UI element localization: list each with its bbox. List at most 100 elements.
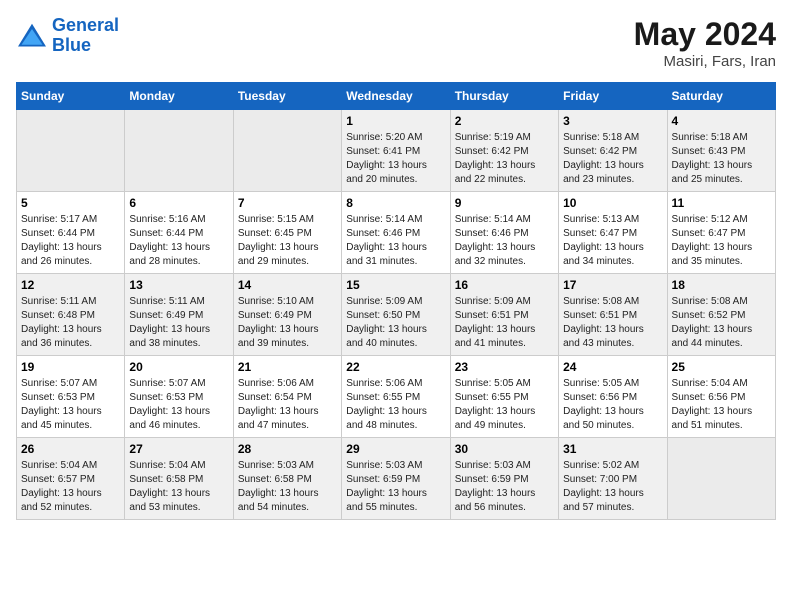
day-info: Sunrise: 5:04 AM Sunset: 6:56 PM Dayligh… [672,377,771,433]
weekday-header-tuesday: Tuesday [233,83,341,110]
day-number: 18 [672,278,771,292]
day-number: 29 [346,442,445,456]
table-row: 10Sunrise: 5:13 AM Sunset: 6:47 PM Dayli… [559,192,667,274]
calendar-week-row: 26 Sunrise: 5:04 AM Sunset: 6:57 PM Dayli… [17,438,776,520]
table-row: 21 Sunrise: 5:06 AM Sunset: 6:54 PM Dayli… [233,356,341,438]
calendar-week-row: 5 Sunrise: 5:17 AM Sunset: 6:44 PM Daylig… [17,192,776,274]
day-number: 12 [21,278,120,292]
day-number: 5 [21,196,120,210]
day-info: Sunrise: 5:05 AM Sunset: 6:56 PM Dayligh… [563,377,662,433]
day-number: 27 [129,442,228,456]
table-row [17,110,125,192]
table-row: 8 Sunrise: 5:14 AM Sunset: 6:46 PM Daylig… [342,192,450,274]
day-info: Sunrise: 5:03 AM Sunset: 6:58 PM Dayligh… [238,459,337,515]
day-number: 8 [346,196,445,210]
table-row: 25 Sunrise: 5:04 AM Sunset: 6:56 PM Dayli… [667,356,775,438]
calendar-week-row: 19Sunrise: 5:07 AM Sunset: 6:53 PM Dayli… [17,356,776,438]
weekday-header-wednesday: Wednesday [342,83,450,110]
day-info: Sunrise: 5:02 AM Sunset: 7:00 PM Dayligh… [563,459,662,515]
day-number: 23 [455,360,554,374]
day-number: 20 [129,360,228,374]
day-info: Sunrise: 5:07 AM Sunset: 6:53 PM Dayligh… [129,377,228,433]
day-info: Sunrise: 5:08 AM Sunset: 6:52 PM Dayligh… [672,295,771,351]
day-info: Sunrise: 5:03 AM Sunset: 6:59 PM Dayligh… [455,459,554,515]
table-row: 26 Sunrise: 5:04 AM Sunset: 6:57 PM Dayli… [17,438,125,520]
table-row: 5 Sunrise: 5:17 AM Sunset: 6:44 PM Daylig… [17,192,125,274]
day-info: Sunrise: 5:07 AM Sunset: 6:53 PM Dayligh… [21,377,120,433]
table-row: 19Sunrise: 5:07 AM Sunset: 6:53 PM Dayli… [17,356,125,438]
day-number: 15 [346,278,445,292]
day-number: 6 [129,196,228,210]
day-number: 26 [21,442,120,456]
table-row: 23 Sunrise: 5:05 AM Sunset: 6:55 PM Dayli… [450,356,558,438]
day-info: Sunrise: 5:05 AM Sunset: 6:55 PM Dayligh… [455,377,554,433]
weekday-header-saturday: Saturday [667,83,775,110]
day-info: Sunrise: 5:06 AM Sunset: 6:54 PM Dayligh… [238,377,337,433]
table-row: 20 Sunrise: 5:07 AM Sunset: 6:53 PM Dayli… [125,356,233,438]
day-number: 31 [563,442,662,456]
day-number: 9 [455,196,554,210]
weekday-header-thursday: Thursday [450,83,558,110]
table-row: 12 Sunrise: 5:11 AM Sunset: 6:48 PM Dayli… [17,274,125,356]
table-row: 29 Sunrise: 5:03 AM Sunset: 6:59 PM Dayli… [342,438,450,520]
logo-icon [16,22,48,50]
table-row: 30 Sunrise: 5:03 AM Sunset: 6:59 PM Dayli… [450,438,558,520]
day-info: Sunrise: 5:17 AM Sunset: 6:44 PM Dayligh… [21,213,120,269]
table-row: 31 Sunrise: 5:02 AM Sunset: 7:00 PM Dayli… [559,438,667,520]
day-info: Sunrise: 5:12 AM Sunset: 6:47 PM Dayligh… [672,213,771,269]
table-row: 2Sunrise: 5:19 AM Sunset: 6:42 PM Daylig… [450,110,558,192]
calendar-week-row: 12 Sunrise: 5:11 AM Sunset: 6:48 PM Dayli… [17,274,776,356]
table-row: 6 Sunrise: 5:16 AM Sunset: 6:44 PM Daylig… [125,192,233,274]
day-number: 10 [563,196,662,210]
day-info: Sunrise: 5:06 AM Sunset: 6:55 PM Dayligh… [346,377,445,433]
calendar-week-row: 1 Sunrise: 5:20 AM Sunset: 6:41 PM Daylig… [17,110,776,192]
day-info: Sunrise: 5:19 AM Sunset: 6:42 PM Dayligh… [455,131,554,187]
table-row: 15 Sunrise: 5:09 AM Sunset: 6:50 PM Dayli… [342,274,450,356]
day-number: 25 [672,360,771,374]
table-row: 16Sunrise: 5:09 AM Sunset: 6:51 PM Dayli… [450,274,558,356]
day-info: Sunrise: 5:18 AM Sunset: 6:43 PM Dayligh… [672,131,771,187]
day-number: 14 [238,278,337,292]
day-info: Sunrise: 5:04 AM Sunset: 6:58 PM Dayligh… [129,459,228,515]
table-row: 9 Sunrise: 5:14 AM Sunset: 6:46 PM Daylig… [450,192,558,274]
day-info: Sunrise: 5:08 AM Sunset: 6:51 PM Dayligh… [563,295,662,351]
table-row: 17 Sunrise: 5:08 AM Sunset: 6:51 PM Dayli… [559,274,667,356]
day-info: Sunrise: 5:14 AM Sunset: 6:46 PM Dayligh… [455,213,554,269]
table-row: 14 Sunrise: 5:10 AM Sunset: 6:49 PM Dayli… [233,274,341,356]
day-info: Sunrise: 5:15 AM Sunset: 6:45 PM Dayligh… [238,213,337,269]
day-number: 1 [346,114,445,128]
location-subtitle: Masiri, Fars, Iran [634,53,776,70]
table-row [667,438,775,520]
day-number: 21 [238,360,337,374]
day-info: Sunrise: 5:16 AM Sunset: 6:44 PM Dayligh… [129,213,228,269]
day-info: Sunrise: 5:10 AM Sunset: 6:49 PM Dayligh… [238,295,337,351]
day-number: 3 [563,114,662,128]
day-info: Sunrise: 5:03 AM Sunset: 6:59 PM Dayligh… [346,459,445,515]
table-row: 11Sunrise: 5:12 AM Sunset: 6:47 PM Dayli… [667,192,775,274]
logo-blue: Blue [52,35,91,55]
day-info: Sunrise: 5:11 AM Sunset: 6:48 PM Dayligh… [21,295,120,351]
weekday-header-monday: Monday [125,83,233,110]
day-info: Sunrise: 5:18 AM Sunset: 6:42 PM Dayligh… [563,131,662,187]
day-number: 22 [346,360,445,374]
day-number: 24 [563,360,662,374]
table-row: 1 Sunrise: 5:20 AM Sunset: 6:41 PM Daylig… [342,110,450,192]
table-row: 3 Sunrise: 5:18 AM Sunset: 6:42 PM Daylig… [559,110,667,192]
table-row: 7Sunrise: 5:15 AM Sunset: 6:45 PM Daylig… [233,192,341,274]
table-row: 27 Sunrise: 5:04 AM Sunset: 6:58 PM Dayli… [125,438,233,520]
title-block: May 2024 Masiri, Fars, Iran [634,16,776,70]
table-row: 18 Sunrise: 5:08 AM Sunset: 6:52 PM Dayli… [667,274,775,356]
day-info: Sunrise: 5:09 AM Sunset: 6:50 PM Dayligh… [346,295,445,351]
table-row [233,110,341,192]
day-info: Sunrise: 5:04 AM Sunset: 6:57 PM Dayligh… [21,459,120,515]
weekday-header-row: SundayMondayTuesdayWednesdayThursdayFrid… [17,83,776,110]
day-info: Sunrise: 5:11 AM Sunset: 6:49 PM Dayligh… [129,295,228,351]
day-info: Sunrise: 5:14 AM Sunset: 6:46 PM Dayligh… [346,213,445,269]
day-info: Sunrise: 5:20 AM Sunset: 6:41 PM Dayligh… [346,131,445,187]
day-number: 4 [672,114,771,128]
day-number: 30 [455,442,554,456]
day-number: 17 [563,278,662,292]
day-number: 13 [129,278,228,292]
table-row: 4 Sunrise: 5:18 AM Sunset: 6:43 PM Daylig… [667,110,775,192]
table-row: 24 Sunrise: 5:05 AM Sunset: 6:56 PM Dayli… [559,356,667,438]
